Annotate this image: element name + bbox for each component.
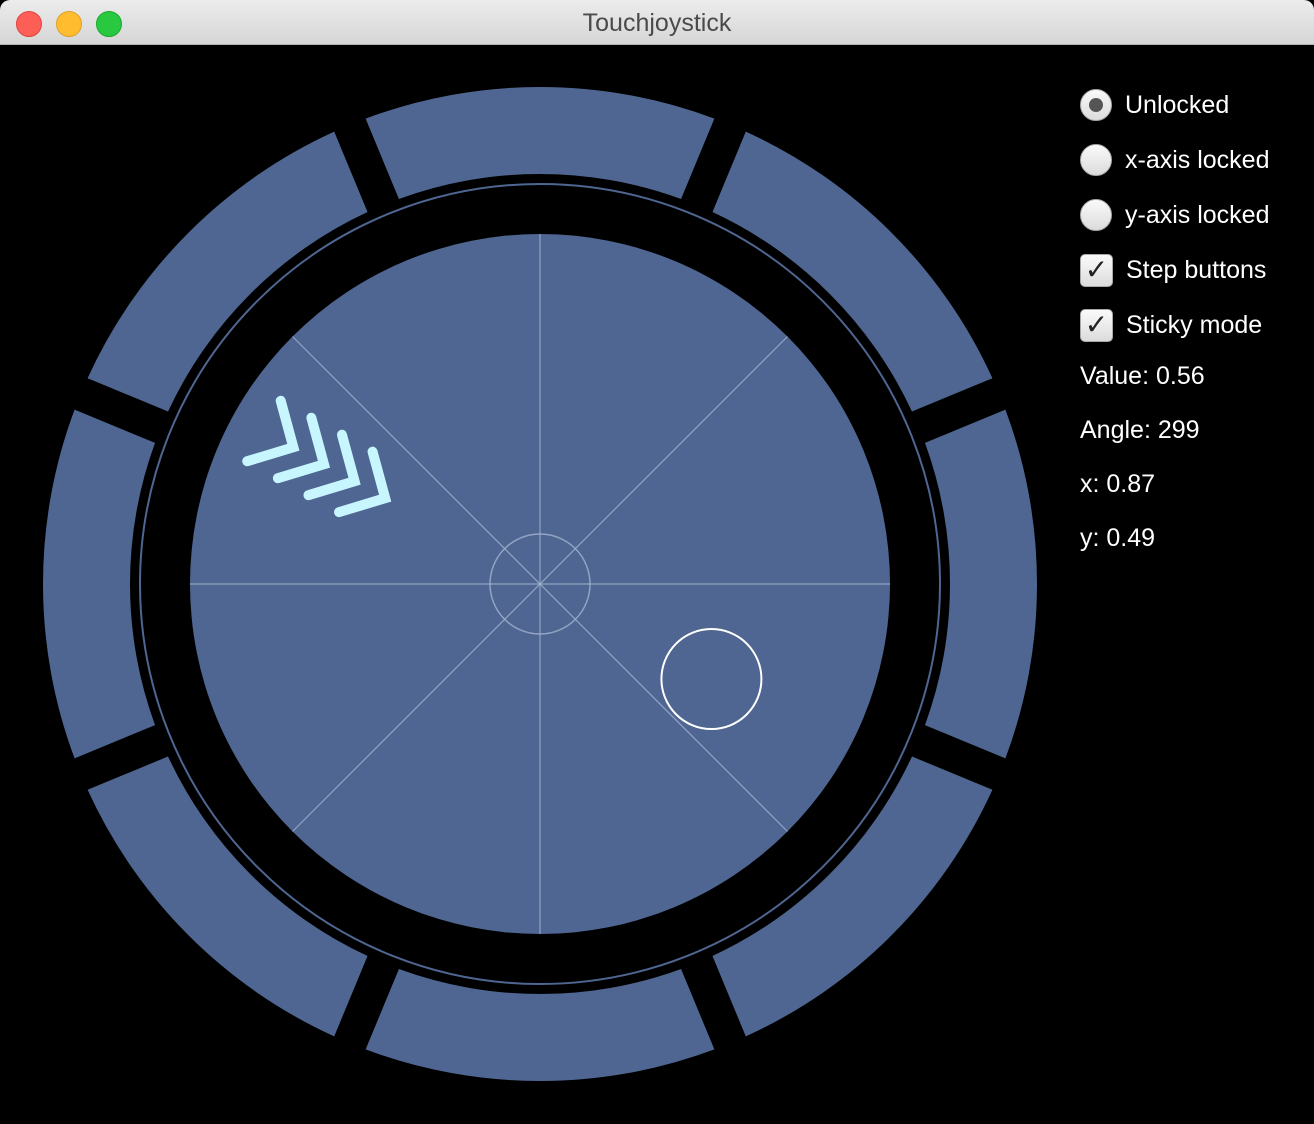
angle-readout: Angle: 299 xyxy=(1080,416,1200,444)
joystick-grid xyxy=(190,234,890,934)
step-button-segment[interactable] xyxy=(365,968,715,1081)
radio-button-icon[interactable] xyxy=(1080,89,1112,121)
radio-selected-dot xyxy=(1089,98,1103,112)
checkbox-step-buttons-label: Step buttons xyxy=(1126,255,1267,284)
radio-unlocked-label: Unlocked xyxy=(1125,90,1230,119)
radio-y-axis-locked-label: y-axis locked xyxy=(1125,200,1270,229)
y-readout: y: 0.49 xyxy=(1080,524,1156,552)
x-readout: x: 0.87 xyxy=(1080,470,1156,498)
checkbox-sticky-mode-label: Sticky mode xyxy=(1126,310,1263,339)
title-bar: Touchjoystick xyxy=(0,0,1314,45)
radio-y-axis-locked[interactable]: y-axis locked xyxy=(1080,195,1270,235)
checkmark-icon[interactable]: ✓ xyxy=(1080,253,1113,287)
touch-joystick[interactable] xyxy=(0,45,1080,1124)
radio-x-axis-locked-label: x-axis locked xyxy=(1125,145,1270,174)
main-content: Unlocked x-axis locked y-axis locked ✓ S… xyxy=(0,45,1314,1124)
window-title: Touchjoystick xyxy=(582,9,732,37)
radio-unlocked[interactable]: Unlocked xyxy=(1080,85,1229,125)
checkmark-icon[interactable]: ✓ xyxy=(1080,308,1113,342)
step-button-segment[interactable] xyxy=(365,86,715,200)
step-button-segment[interactable] xyxy=(43,409,156,759)
radio-button-icon[interactable] xyxy=(1080,199,1112,231)
checkbox-step-buttons[interactable]: ✓ Step buttons xyxy=(1080,250,1266,290)
step-button-segment[interactable] xyxy=(924,409,1037,759)
value-readout: Value: 0.56 xyxy=(1080,362,1205,390)
app-window: Touchjoystick Unlocked x-axis locked y-a… xyxy=(0,0,1314,1124)
radio-button-icon[interactable] xyxy=(1080,144,1112,176)
checkbox-sticky-mode[interactable]: ✓ Sticky mode xyxy=(1080,305,1262,345)
radio-x-axis-locked[interactable]: x-axis locked xyxy=(1080,140,1270,180)
